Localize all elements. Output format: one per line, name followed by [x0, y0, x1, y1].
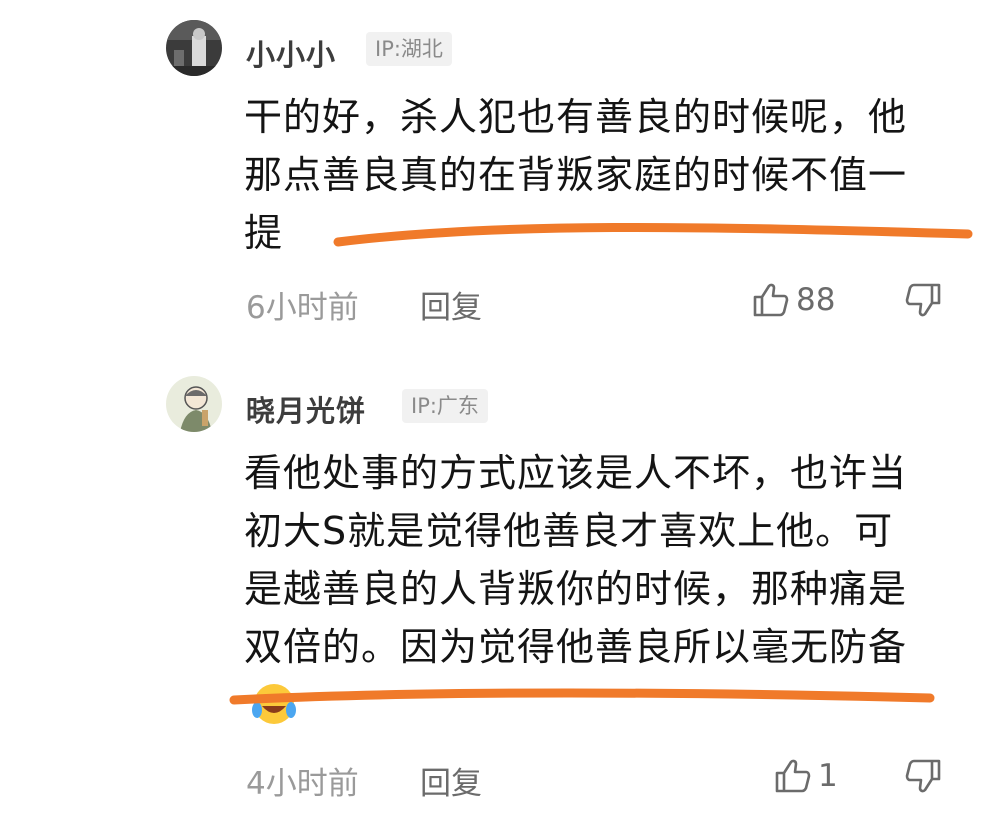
comment-line: 双倍的。因为觉得他善良所以毫无防备: [244, 625, 908, 669]
ip-location-badge: IP:湖北: [366, 32, 452, 66]
comment-line: 是越善良的人背叛你的时候，那种痛是: [244, 567, 908, 611]
user-avatar-illustration-icon: [166, 376, 222, 432]
laughing-tears-emoji-icon: [252, 684, 296, 724]
reply-button[interactable]: 回复: [420, 282, 482, 327]
reply-button[interactable]: 回复: [420, 758, 482, 803]
like-count: 1: [818, 758, 838, 794]
like-button[interactable]: 1: [774, 758, 838, 794]
username[interactable]: 晓月光饼: [246, 388, 366, 430]
comment-text: 看他处事的方式应该是人不坏，也许当 初大S就是觉得他善良才喜欢上他。可 是越善良…: [244, 444, 974, 676]
dislike-button[interactable]: [904, 282, 942, 322]
comment-line: 干的好，杀人犯也有善良的时候呢，他: [244, 95, 908, 139]
like-count: 88: [796, 282, 836, 318]
thumbs-down-icon: [905, 283, 941, 317]
like-button[interactable]: 88: [752, 282, 835, 318]
avatar[interactable]: [166, 376, 222, 432]
comment-line: 初大S就是觉得他善良才喜欢上他。可: [244, 509, 894, 553]
thumbs-down-icon: [905, 759, 941, 793]
comment-line: 看他处事的方式应该是人不坏，也许当: [244, 451, 908, 495]
thumbs-up-icon: [753, 283, 789, 317]
username[interactable]: 小小小: [246, 32, 336, 74]
comment-text: 干的好，杀人犯也有善良的时候呢，他 那点善良真的在背叛家庭的时候不值一 提: [244, 88, 974, 262]
user-avatar-photo-icon: [166, 20, 222, 76]
comment-time: 6小时前: [246, 290, 359, 326]
avatar[interactable]: [166, 20, 222, 76]
comment-line: 那点善良真的在背叛家庭的时候不值一: [244, 153, 908, 197]
comment-line: 提: [244, 211, 284, 255]
ip-location-badge: IP:广东: [402, 389, 488, 423]
comment-time: 4小时前: [246, 766, 359, 802]
thumbs-up-icon: [775, 759, 811, 793]
dislike-button[interactable]: [904, 758, 942, 798]
